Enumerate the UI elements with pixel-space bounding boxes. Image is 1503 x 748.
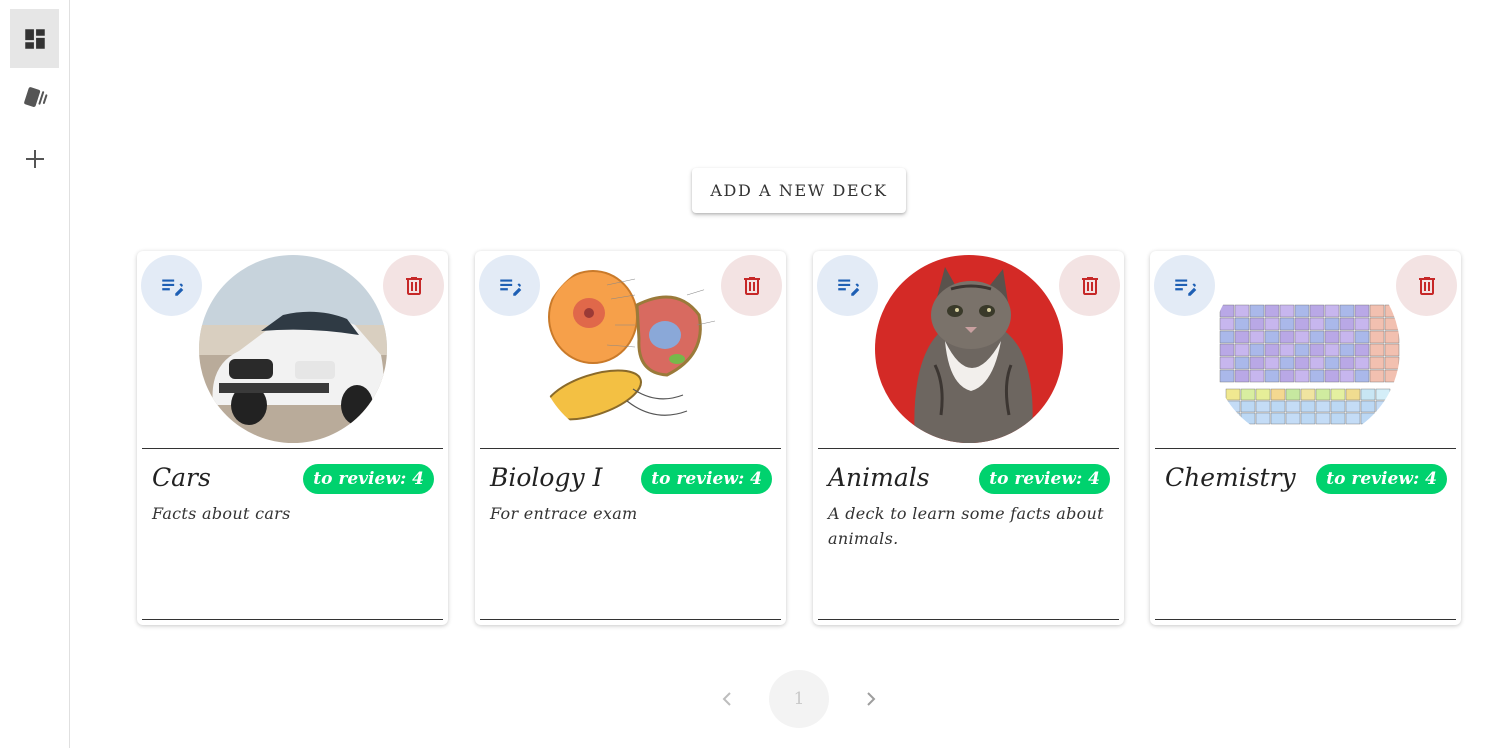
deck-title: Biology I	[490, 463, 603, 492]
deck-card[interactable]: Chemistry to review: 4	[1150, 251, 1461, 625]
review-count-badge: to review: 4	[303, 464, 434, 494]
edit-deck-button[interactable]	[817, 255, 878, 316]
card-footer-rule	[1155, 619, 1456, 620]
deck-description: Facts about cars	[152, 504, 291, 523]
edit-icon	[499, 279, 521, 296]
sidebar-item-decks[interactable]	[10, 68, 59, 127]
edit-icon	[161, 279, 183, 296]
trash-icon	[743, 276, 760, 295]
next-page-button[interactable]	[859, 687, 883, 711]
card-footer-rule	[142, 619, 443, 620]
sidebar-item-dashboard[interactable]	[10, 9, 59, 68]
trash-icon	[1418, 276, 1435, 295]
deck-title: Animals	[828, 463, 930, 492]
deck-description: A deck to learn some facts about animals…	[828, 504, 1104, 548]
card-footer-rule	[480, 619, 781, 620]
deck-image	[1212, 255, 1400, 443]
trash-icon	[405, 276, 422, 295]
edit-deck-button[interactable]	[1154, 255, 1215, 316]
card-divider	[818, 448, 1119, 449]
delete-deck-button[interactable]	[383, 255, 444, 316]
card-divider	[1155, 448, 1456, 449]
deck-title: Cars	[152, 463, 211, 492]
card-footer-rule	[818, 619, 1119, 620]
card-divider	[480, 448, 781, 449]
delete-deck-button[interactable]	[721, 255, 782, 316]
review-count-badge: to review: 4	[1316, 464, 1447, 494]
review-count-badge: to review: 4	[641, 464, 772, 494]
review-count-badge: to review: 4	[979, 464, 1110, 494]
trash-icon	[1081, 276, 1098, 295]
deck-image	[199, 255, 387, 443]
previous-page-button[interactable]	[715, 687, 739, 711]
deck-card[interactable]: Animals to review: 4 A deck to learn som…	[813, 251, 1124, 625]
plus-icon	[25, 149, 44, 168]
card-divider	[142, 448, 443, 449]
page-number[interactable]: 1	[769, 670, 829, 728]
chevron-right-icon	[867, 692, 876, 706]
chevron-left-icon	[722, 692, 731, 706]
edit-icon	[1174, 279, 1196, 296]
deck-description: For entrace exam	[490, 504, 638, 523]
deck-image	[537, 255, 725, 443]
pagination: 1	[0, 670, 1503, 728]
edit-deck-button[interactable]	[479, 255, 540, 316]
add-deck-button[interactable]: ADD A NEW DECK	[692, 168, 906, 213]
edit-icon	[837, 279, 859, 296]
sidebar	[0, 0, 70, 748]
sidebar-item-add[interactable]	[10, 129, 59, 188]
delete-deck-button[interactable]	[1059, 255, 1120, 316]
deck-card[interactable]: Cars to review: 4 Facts about cars	[137, 251, 448, 625]
deck-image	[875, 255, 1063, 443]
dashboard-icon	[24, 28, 45, 49]
edit-deck-button[interactable]	[141, 255, 202, 316]
delete-deck-button[interactable]	[1396, 255, 1457, 316]
deck-title: Chemistry	[1165, 463, 1296, 492]
deck-card[interactable]: Biology I to review: 4 For entrace exam	[475, 251, 786, 625]
decks-icon	[23, 86, 47, 107]
